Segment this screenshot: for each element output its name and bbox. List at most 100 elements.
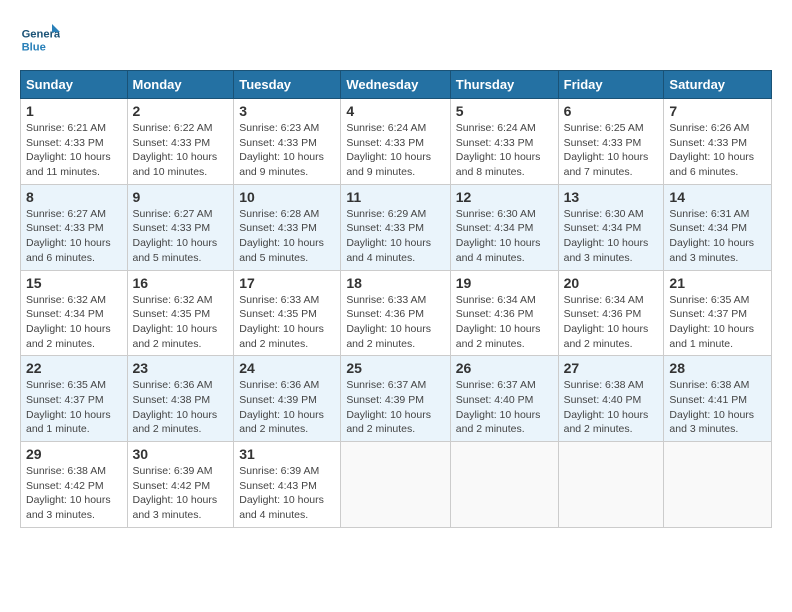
calendar: SundayMondayTuesdayWednesdayThursdayFrid…: [20, 70, 772, 528]
day-number: 5: [456, 103, 553, 119]
day-number: 1: [26, 103, 122, 119]
calendar-cell: 3 Sunrise: 6:23 AM Sunset: 4:33 PM Daylig…: [234, 99, 341, 185]
calendar-cell: 15 Sunrise: 6:32 AM Sunset: 4:34 PM Dayli…: [21, 270, 128, 356]
day-number: 31: [239, 446, 335, 462]
calendar-cell: [450, 442, 558, 528]
calendar-cell: [558, 442, 664, 528]
day-number: 29: [26, 446, 122, 462]
day-number: 4: [346, 103, 444, 119]
day-number: 27: [564, 360, 659, 376]
calendar-week-row: 1 Sunrise: 6:21 AM Sunset: 4:33 PM Daylig…: [21, 99, 772, 185]
day-info: Sunrise: 6:21 AM Sunset: 4:33 PM Dayligh…: [26, 121, 122, 180]
day-info: Sunrise: 6:34 AM Sunset: 4:36 PM Dayligh…: [564, 293, 659, 352]
day-info: Sunrise: 6:34 AM Sunset: 4:36 PM Dayligh…: [456, 293, 553, 352]
calendar-cell: 13 Sunrise: 6:30 AM Sunset: 4:34 PM Dayli…: [558, 184, 664, 270]
day-info: Sunrise: 6:30 AM Sunset: 4:34 PM Dayligh…: [456, 207, 553, 266]
day-info: Sunrise: 6:24 AM Sunset: 4:33 PM Dayligh…: [346, 121, 444, 180]
day-number: 18: [346, 275, 444, 291]
day-number: 30: [133, 446, 229, 462]
day-info: Sunrise: 6:30 AM Sunset: 4:34 PM Dayligh…: [564, 207, 659, 266]
day-info: Sunrise: 6:38 AM Sunset: 4:42 PM Dayligh…: [26, 464, 122, 523]
day-number: 16: [133, 275, 229, 291]
day-info: Sunrise: 6:27 AM Sunset: 4:33 PM Dayligh…: [26, 207, 122, 266]
day-number: 25: [346, 360, 444, 376]
day-info: Sunrise: 6:23 AM Sunset: 4:33 PM Dayligh…: [239, 121, 335, 180]
calendar-cell: 4 Sunrise: 6:24 AM Sunset: 4:33 PM Daylig…: [341, 99, 450, 185]
day-info: Sunrise: 6:28 AM Sunset: 4:33 PM Dayligh…: [239, 207, 335, 266]
logo: General Blue: [20, 20, 64, 60]
day-header-thursday: Thursday: [450, 71, 558, 99]
calendar-cell: 9 Sunrise: 6:27 AM Sunset: 4:33 PM Daylig…: [127, 184, 234, 270]
day-info: Sunrise: 6:39 AM Sunset: 4:43 PM Dayligh…: [239, 464, 335, 523]
day-info: Sunrise: 6:26 AM Sunset: 4:33 PM Dayligh…: [669, 121, 766, 180]
logo-icon: General Blue: [20, 20, 60, 60]
day-info: Sunrise: 6:36 AM Sunset: 4:38 PM Dayligh…: [133, 378, 229, 437]
calendar-header-row: SundayMondayTuesdayWednesdayThursdayFrid…: [21, 71, 772, 99]
day-info: Sunrise: 6:32 AM Sunset: 4:34 PM Dayligh…: [26, 293, 122, 352]
calendar-cell: 16 Sunrise: 6:32 AM Sunset: 4:35 PM Dayli…: [127, 270, 234, 356]
day-header-monday: Monday: [127, 71, 234, 99]
calendar-week-row: 22 Sunrise: 6:35 AM Sunset: 4:37 PM Dayli…: [21, 356, 772, 442]
day-number: 24: [239, 360, 335, 376]
calendar-week-row: 8Sunrise: 6:27 AM Sunset: 4:33 PM Daylig…: [21, 184, 772, 270]
day-info: Sunrise: 6:24 AM Sunset: 4:33 PM Dayligh…: [456, 121, 553, 180]
day-info: Sunrise: 6:31 AM Sunset: 4:34 PM Dayligh…: [669, 207, 766, 266]
calendar-cell: 31 Sunrise: 6:39 AM Sunset: 4:43 PM Dayli…: [234, 442, 341, 528]
day-number: 17: [239, 275, 335, 291]
calendar-cell: 30 Sunrise: 6:39 AM Sunset: 4:42 PM Dayli…: [127, 442, 234, 528]
calendar-cell: 2 Sunrise: 6:22 AM Sunset: 4:33 PM Daylig…: [127, 99, 234, 185]
calendar-cell: 29 Sunrise: 6:38 AM Sunset: 4:42 PM Dayli…: [21, 442, 128, 528]
calendar-week-row: 29 Sunrise: 6:38 AM Sunset: 4:42 PM Dayli…: [21, 442, 772, 528]
day-number: 13: [564, 189, 659, 205]
calendar-cell: 26 Sunrise: 6:37 AM Sunset: 4:40 PM Dayli…: [450, 356, 558, 442]
day-number: 10: [239, 189, 335, 205]
day-info: Sunrise: 6:38 AM Sunset: 4:41 PM Dayligh…: [669, 378, 766, 437]
day-info: Sunrise: 6:39 AM Sunset: 4:42 PM Dayligh…: [133, 464, 229, 523]
day-info: Sunrise: 6:22 AM Sunset: 4:33 PM Dayligh…: [133, 121, 229, 180]
day-info: Sunrise: 6:32 AM Sunset: 4:35 PM Dayligh…: [133, 293, 229, 352]
day-number: 12: [456, 189, 553, 205]
calendar-cell: 23 Sunrise: 6:36 AM Sunset: 4:38 PM Dayli…: [127, 356, 234, 442]
calendar-cell: 24 Sunrise: 6:36 AM Sunset: 4:39 PM Dayli…: [234, 356, 341, 442]
calendar-cell: [664, 442, 772, 528]
day-info: Sunrise: 6:33 AM Sunset: 4:36 PM Dayligh…: [346, 293, 444, 352]
day-info: Sunrise: 6:33 AM Sunset: 4:35 PM Dayligh…: [239, 293, 335, 352]
calendar-cell: 21 Sunrise: 6:35 AM Sunset: 4:37 PM Dayli…: [664, 270, 772, 356]
day-number: 2: [133, 103, 229, 119]
day-number: 28: [669, 360, 766, 376]
day-info: Sunrise: 6:36 AM Sunset: 4:39 PM Dayligh…: [239, 378, 335, 437]
calendar-cell: 5 Sunrise: 6:24 AM Sunset: 4:33 PM Daylig…: [450, 99, 558, 185]
day-header-friday: Friday: [558, 71, 664, 99]
day-header-wednesday: Wednesday: [341, 71, 450, 99]
day-number: 19: [456, 275, 553, 291]
day-header-sunday: Sunday: [21, 71, 128, 99]
day-number: 14: [669, 189, 766, 205]
day-info: Sunrise: 6:29 AM Sunset: 4:33 PM Dayligh…: [346, 207, 444, 266]
calendar-cell: 20Sunrise: 6:34 AM Sunset: 4:36 PM Dayli…: [558, 270, 664, 356]
day-number: 7: [669, 103, 766, 119]
calendar-cell: 25Sunrise: 6:37 AM Sunset: 4:39 PM Dayli…: [341, 356, 450, 442]
calendar-cell: 12 Sunrise: 6:30 AM Sunset: 4:34 PM Dayli…: [450, 184, 558, 270]
calendar-cell: 28 Sunrise: 6:38 AM Sunset: 4:41 PM Dayli…: [664, 356, 772, 442]
day-number: 23: [133, 360, 229, 376]
day-number: 3: [239, 103, 335, 119]
day-info: Sunrise: 6:27 AM Sunset: 4:33 PM Dayligh…: [133, 207, 229, 266]
day-info: Sunrise: 6:25 AM Sunset: 4:33 PM Dayligh…: [564, 121, 659, 180]
day-info: Sunrise: 6:37 AM Sunset: 4:40 PM Dayligh…: [456, 378, 553, 437]
calendar-cell: 7 Sunrise: 6:26 AM Sunset: 4:33 PM Daylig…: [664, 99, 772, 185]
day-info: Sunrise: 6:35 AM Sunset: 4:37 PM Dayligh…: [26, 378, 122, 437]
day-number: 21: [669, 275, 766, 291]
calendar-cell: 6Sunrise: 6:25 AM Sunset: 4:33 PM Daylig…: [558, 99, 664, 185]
calendar-week-row: 15 Sunrise: 6:32 AM Sunset: 4:34 PM Dayli…: [21, 270, 772, 356]
calendar-cell: 17 Sunrise: 6:33 AM Sunset: 4:35 PM Dayli…: [234, 270, 341, 356]
day-number: 26: [456, 360, 553, 376]
calendar-cell: 22 Sunrise: 6:35 AM Sunset: 4:37 PM Dayli…: [21, 356, 128, 442]
day-number: 22: [26, 360, 122, 376]
calendar-cell: 18 Sunrise: 6:33 AM Sunset: 4:36 PM Dayli…: [341, 270, 450, 356]
day-number: 9: [133, 189, 229, 205]
calendar-cell: [341, 442, 450, 528]
day-number: 15: [26, 275, 122, 291]
header: General Blue: [20, 20, 772, 60]
day-header-tuesday: Tuesday: [234, 71, 341, 99]
day-info: Sunrise: 6:35 AM Sunset: 4:37 PM Dayligh…: [669, 293, 766, 352]
